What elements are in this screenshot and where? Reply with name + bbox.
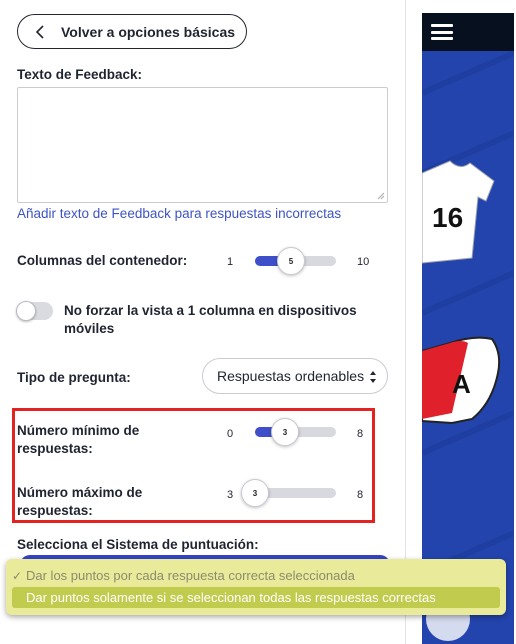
question-type-select[interactable]: Respuestas ordenables [202, 358, 388, 394]
svg-text:A: A [452, 369, 471, 399]
force-one-column-toggle[interactable] [16, 301, 53, 321]
add-incorrect-feedback-link[interactable]: Añadir texto de Feedback para respuestas… [17, 206, 341, 221]
min-answers-label-line2: respuestas: [17, 441, 93, 456]
back-to-basic-options-button[interactable]: Volver a opciones básicas [17, 14, 247, 49]
settings-panel: Volver a opciones básicas Texto de Feedb… [0, 0, 406, 644]
checkmark-icon: ✓ [12, 568, 23, 583]
svg-text:16: 16 [432, 202, 463, 233]
max-answers-min: 3 [227, 489, 234, 501]
updown-arrows-icon [370, 371, 376, 383]
scoring-label: Selecciona el Sistema de puntuación: [17, 537, 259, 552]
max-answers-label-line1: Número máximo de [17, 485, 143, 500]
min-answers-label-line1: Número mínimo de [17, 423, 140, 438]
mobile-toggle-label-line1: No forzar la vista a 1 columna en dispos… [64, 303, 357, 318]
columns-min: 1 [227, 256, 234, 268]
preview-pane: 16 A [422, 13, 514, 644]
max-answers-label-line2: respuestas: [17, 503, 93, 518]
scoring-option-label: Dar puntos solamente si se seleccionan t… [26, 590, 436, 605]
scoring-option-label: Dar los puntos por cada respuesta correc… [26, 568, 355, 583]
scoring-option-each-correct[interactable]: ✓ Dar los puntos por cada respuesta corr… [12, 565, 500, 586]
question-type-value: Respuestas ordenables [217, 368, 365, 384]
mobile-toggle-label-line2: móviles [64, 321, 115, 336]
resize-grip-icon[interactable] [377, 192, 385, 200]
max-answers-max: 8 [357, 489, 364, 501]
columns-slider-thumb[interactable]: 5 [277, 247, 305, 275]
preview-artwork: 16 A [422, 50, 514, 644]
chevron-left-icon [35, 24, 44, 39]
back-button-label: Volver a opciones básicas [61, 23, 236, 40]
toggle-knob [16, 301, 36, 321]
feedback-textarea[interactable] [17, 87, 388, 203]
feedback-label: Texto de Feedback: [17, 67, 143, 82]
min-answers-min: 0 [227, 428, 234, 440]
scoring-option-all-correct[interactable]: Dar puntos solamente si se seleccionan t… [12, 587, 500, 608]
question-type-label: Tipo de pregunta: [17, 370, 131, 385]
columns-label: Columnas del contenedor: [17, 253, 188, 268]
min-answers-slider-thumb[interactable]: 3 [271, 418, 299, 446]
scoring-dropdown-menu: ✓ Dar los puntos por cada respuesta corr… [6, 559, 506, 615]
min-answers-max: 8 [357, 428, 364, 440]
max-answers-slider-thumb[interactable]: 3 [241, 479, 269, 507]
columns-max: 10 [357, 256, 370, 268]
